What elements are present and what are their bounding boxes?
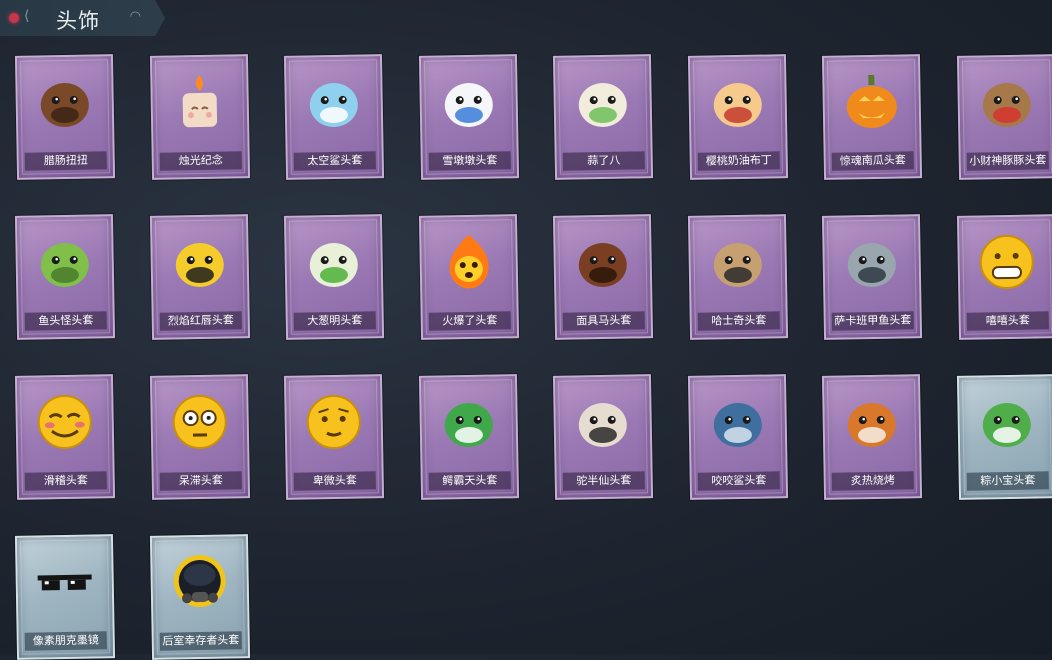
item-name: 太空鲨头套 [293,151,376,171]
item-name: 滑稽头套 [24,471,107,491]
item-name: 哈士奇头套 [697,311,780,331]
item-card[interactable]: 鱼头怪头套 [14,214,116,340]
item-name: 嘻嘻头套 [966,311,1049,331]
location-pin-icon [9,13,19,23]
item-name: 萨卡班甲鱼头套 [831,311,914,331]
item-name: 咬咬鲨头套 [697,471,780,491]
scallion-head-icon [302,230,365,293]
item-card[interactable]: 像素朋克墨镜 [14,534,116,660]
fire-head-icon [437,230,500,293]
pikachu-head-icon [168,230,231,293]
item-card[interactable]: 卑微头套 [283,374,385,500]
grin-emoji-icon [975,230,1038,293]
pudding-head-icon [706,70,769,133]
bite-shark-icon [706,390,769,453]
item-name: 驼半仙头套 [562,471,645,491]
item-card[interactable]: 太空鲨头套 [283,54,385,180]
item-name: 烛光纪念 [159,151,242,171]
humble-emoji-icon [302,390,365,453]
item-card[interactable]: 面具马头套 [552,214,654,340]
back-arrow-icon[interactable]: ⟨ [24,8,29,24]
category-header: ⟨ 头饰 ◠ [0,0,165,36]
item-name: 惊魂南瓜头套 [831,151,914,171]
item-card[interactable]: 烛光纪念 [149,54,251,180]
item-name: 鳄霸天头套 [428,471,511,491]
item-name: 腊肠扭扭 [24,151,107,171]
candle-head-icon [168,70,231,133]
alpaca-head-icon [571,390,634,453]
item-name: 小财神豚豚头套 [966,151,1049,171]
ornament-icon: ◠ [129,9,141,24]
item-card[interactable]: 嘻嘻头套 [956,214,1052,340]
item-card[interactable]: 腊肠扭扭 [14,54,116,180]
pumpkin-head-icon [840,70,903,133]
item-card[interactable]: 惊魂南瓜头套 [821,54,923,180]
item-card[interactable]: 烈焰红唇头套 [149,214,251,340]
category-title: 头饰 [56,9,100,33]
item-name: 后室幸存者头套 [159,631,242,651]
item-card[interactable]: 火爆了头套 [418,214,520,340]
item-card[interactable]: 小财神豚豚头套 [956,54,1052,180]
sacabambaspis-icon [840,230,903,293]
fish-monster-icon [33,230,96,293]
item-card[interactable]: 大葱明头套 [283,214,385,340]
item-card[interactable]: 粽小宝头套 [956,374,1052,500]
item-name: 粽小宝头套 [966,471,1049,491]
garlic-head-icon [571,70,634,133]
item-name: 火爆了头套 [428,311,511,331]
item-card[interactable]: 蒜了八 [552,54,654,180]
capybara-head-icon [975,70,1038,133]
item-card[interactable]: 驼半仙头套 [552,374,654,500]
item-name: 蒜了八 [562,151,645,171]
item-card[interactable]: 滑稽头套 [14,374,116,500]
hazmat-helmet-icon [168,550,231,613]
item-name: 卑微头套 [293,471,376,491]
item-card[interactable]: 炙热烧烤 [821,374,923,500]
item-name: 呆滞头套 [159,471,242,491]
crocodile-head-icon [437,390,500,453]
item-card[interactable]: 呆滞头套 [149,374,251,500]
item-name: 雪墩墩头套 [428,151,511,171]
item-card[interactable]: 哈士奇头套 [687,214,789,340]
item-card[interactable]: 萨卡班甲鱼头套 [821,214,923,340]
item-name: 面具马头套 [562,311,645,331]
item-name: 烈焰红唇头套 [159,311,242,331]
item-name: 像素朋克墨镜 [24,631,107,651]
funny-emoji-icon [33,390,96,453]
item-name: 鱼头怪头套 [24,311,107,331]
space-shark-icon [302,70,365,133]
horse-head-icon [571,230,634,293]
pixel-sunglasses-icon [33,550,96,613]
item-card[interactable]: 后室幸存者头套 [149,534,251,660]
zongzi-head-icon [975,390,1038,453]
snowman-head-icon [437,70,500,133]
item-card[interactable]: 鳄霸天头套 [418,374,520,500]
dog-head-icon [33,70,96,133]
item-card[interactable]: 咬咬鲨头套 [687,374,789,500]
item-card[interactable]: 雪墩墩头套 [418,54,520,180]
item-name: 炙热烧烤 [831,471,914,491]
dazed-emoji-icon [168,390,231,453]
item-name: 大葱明头套 [293,311,376,331]
bbq-meat-icon [840,390,903,453]
item-name: 樱桃奶油布丁 [697,151,780,171]
item-card[interactable]: 樱桃奶油布丁 [687,54,789,180]
husky-head-icon [706,230,769,293]
